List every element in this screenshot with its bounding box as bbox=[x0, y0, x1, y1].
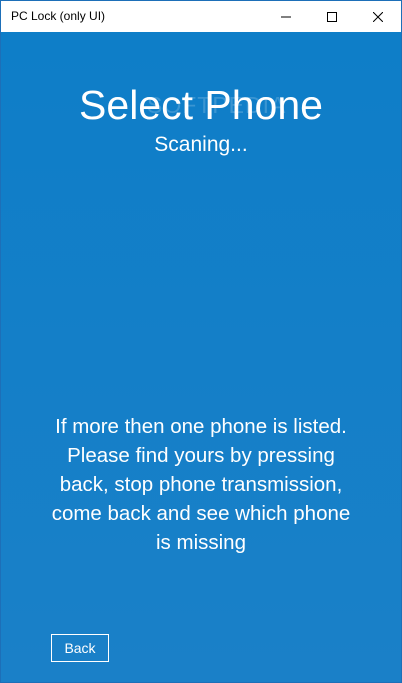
back-button[interactable]: Back bbox=[51, 634, 109, 662]
window-title: PC Lock (only UI) bbox=[11, 9, 106, 23]
instructions-text: If more then one phone is listed. Please… bbox=[51, 415, 351, 554]
title-bar[interactable]: PC Lock (only UI) bbox=[1, 1, 401, 32]
scan-status: Scaning... bbox=[154, 133, 248, 156]
minimize-icon bbox=[281, 12, 291, 22]
main-content: SOFTPEDIA Select Phone Scaning... If mor… bbox=[1, 32, 401, 682]
page-title: Select Phone bbox=[79, 82, 323, 128]
minimize-button[interactable] bbox=[263, 1, 309, 32]
close-icon bbox=[373, 11, 383, 22]
close-button[interactable] bbox=[355, 1, 401, 32]
app-window: PC Lock (only UI) SOFTPEDIA Select Phone… bbox=[0, 0, 402, 683]
maximize-icon bbox=[327, 11, 337, 22]
maximize-button[interactable] bbox=[309, 1, 355, 32]
